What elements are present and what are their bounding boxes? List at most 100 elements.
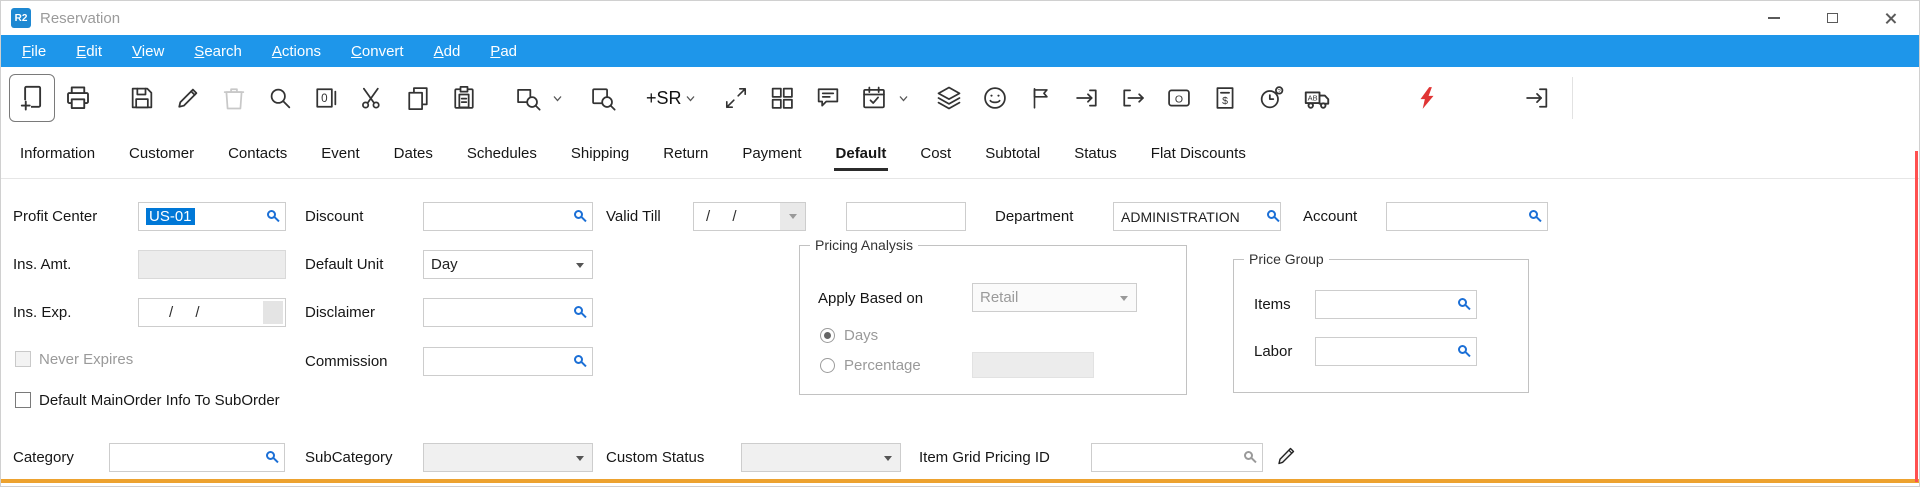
menu-search[interactable]: Search [179, 35, 257, 67]
search-button[interactable] [257, 74, 303, 122]
print-button[interactable] [55, 74, 101, 122]
lookup-icon[interactable] [1458, 345, 1467, 354]
item-grid-pricing-edit-button[interactable] [1273, 442, 1299, 470]
edit-button[interactable] [165, 74, 211, 122]
price-group-labor-field[interactable] [1315, 337, 1477, 366]
tab-event[interactable]: Event [304, 129, 376, 178]
menu-view[interactable]: View [117, 35, 179, 67]
maximize-button[interactable] [1803, 1, 1861, 35]
item-grid-pricing-id-field[interactable] [1091, 443, 1263, 472]
valid-till-dropdown-button[interactable] [780, 202, 806, 231]
tab-customer[interactable]: Customer [112, 129, 211, 178]
apply-based-on-combo[interactable]: Retail [972, 283, 1137, 312]
menu-pad[interactable]: Pad [475, 35, 532, 67]
menu-convert[interactable]: Convert [336, 35, 419, 67]
lookup-icon[interactable] [266, 451, 275, 460]
lookup-icon[interactable] [1267, 210, 1276, 219]
percentage-radio[interactable] [820, 358, 835, 373]
tab-contacts[interactable]: Contacts [211, 129, 304, 178]
tab-schedules[interactable]: Schedules [450, 129, 554, 178]
save-button[interactable] [119, 74, 165, 122]
feedback-button[interactable] [972, 74, 1018, 122]
account-field[interactable] [1386, 202, 1548, 231]
tab-default[interactable]: Default [819, 129, 904, 178]
menu-edit[interactable]: Edit [61, 35, 117, 67]
department-field[interactable]: ADMINISTRATION [1113, 202, 1281, 231]
apply-based-on-value: Retail [980, 289, 1018, 306]
ins-exp-field[interactable]: / / [138, 298, 286, 327]
discount-field[interactable] [423, 202, 593, 231]
category-field[interactable] [109, 443, 285, 472]
check-out-button[interactable] [1064, 74, 1110, 122]
price-group-title: Price Group [1244, 251, 1329, 267]
lookup-icon[interactable] [1529, 210, 1538, 219]
add-sr-dropdown[interactable] [686, 89, 695, 107]
menu-actions[interactable]: Actions [257, 35, 336, 67]
subcategory-combo[interactable] [423, 443, 593, 472]
custom-status-combo[interactable] [741, 443, 901, 472]
item-lookup-button[interactable] [505, 74, 551, 122]
delete-button[interactable] [211, 74, 257, 122]
check-in-button[interactable] [1110, 74, 1156, 122]
time-info-button[interactable]: ? [1248, 74, 1294, 122]
lookup-icon[interactable] [574, 210, 583, 219]
profit-center-label: Profit Center [13, 208, 97, 225]
tab-subtotal[interactable]: Subtotal [968, 129, 1057, 178]
minimize-button[interactable] [1745, 1, 1803, 35]
close-button[interactable] [1861, 1, 1919, 35]
exit-button[interactable] [1514, 74, 1560, 122]
tab-status[interactable]: Status [1057, 129, 1134, 178]
lookup-icon[interactable] [574, 306, 583, 315]
scissors-icon [358, 84, 386, 112]
copy-button[interactable] [395, 74, 441, 122]
discount-label: Discount [305, 208, 363, 225]
commission-field[interactable] [423, 347, 593, 376]
lookup-icon[interactable] [1458, 298, 1467, 307]
paste-button[interactable] [441, 74, 487, 122]
batch-button[interactable] [926, 74, 972, 122]
menu-add[interactable]: Add [419, 35, 476, 67]
add-sr-button[interactable]: +SR [644, 88, 684, 109]
disclaimer-field[interactable] [423, 298, 593, 327]
default-unit-value: Day [431, 256, 458, 273]
price-group-items-field[interactable] [1315, 290, 1477, 319]
days-radio[interactable] [820, 328, 835, 343]
tab-flat-discounts[interactable]: Flat Discounts [1134, 129, 1263, 178]
calendar-confirm-dropdown[interactable] [899, 89, 908, 107]
quick-action-button[interactable] [1404, 74, 1450, 122]
notes-button[interactable] [805, 74, 851, 122]
checkout-arrow-icon [1073, 84, 1101, 112]
invoice-button[interactable]: $ [1202, 74, 1248, 122]
tab-shipping[interactable]: Shipping [554, 129, 646, 178]
flag-button[interactable] [1018, 74, 1064, 122]
clipboard-icon [450, 84, 478, 112]
tab-cost[interactable]: Cost [903, 129, 968, 178]
profit-center-field[interactable]: US-01 [138, 202, 286, 231]
expand-button[interactable] [713, 74, 759, 122]
lookup-icon[interactable] [267, 210, 276, 219]
lookup-icon[interactable] [574, 355, 583, 364]
default-mainorder-checkbox[interactable] [15, 392, 31, 408]
toolbar: 0 [1, 67, 1919, 129]
valid-till-field[interactable]: / / [693, 202, 781, 231]
ins-exp-picker-button[interactable] [263, 301, 283, 324]
menu-file[interactable]: File [7, 35, 61, 67]
valid-till-aux-field[interactable] [846, 202, 966, 231]
preview-search-button[interactable] [580, 74, 626, 122]
lookup-icon[interactable] [1244, 451, 1253, 460]
delivery-button[interactable]: AB [1294, 74, 1340, 122]
comment-icon [814, 84, 842, 112]
tab-dates[interactable]: Dates [377, 129, 450, 178]
new-order-button[interactable] [9, 74, 55, 122]
tab-return[interactable]: Return [646, 129, 725, 178]
open-orders-button[interactable]: O [1156, 74, 1202, 122]
cut-button[interactable] [349, 74, 395, 122]
calendar-confirm-button[interactable] [851, 74, 897, 122]
grid-layout-button[interactable] [759, 74, 805, 122]
tab-payment[interactable]: Payment [725, 129, 818, 178]
commission-label: Commission [305, 353, 388, 370]
item-lookup-dropdown[interactable] [553, 89, 562, 107]
default-unit-combo[interactable]: Day [423, 250, 593, 279]
tab-information[interactable]: Information [3, 129, 112, 178]
recall-zero-button[interactable]: 0 [303, 74, 349, 122]
